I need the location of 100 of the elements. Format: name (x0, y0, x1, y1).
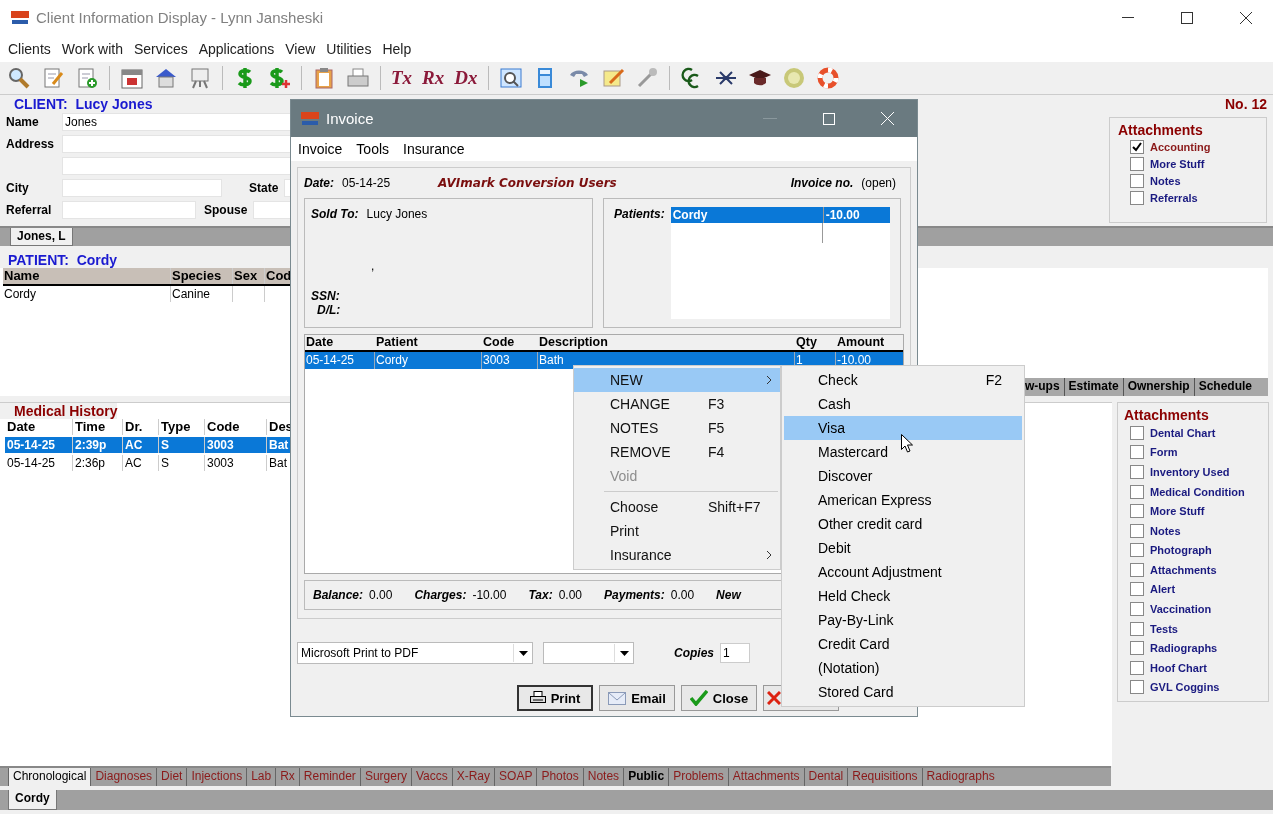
menu-item[interactable]: Held Check (784, 584, 1022, 608)
tab[interactable]: Diagnoses (90, 768, 157, 786)
menu-item[interactable]: Discover (784, 464, 1022, 488)
menu-item[interactable]: Help (382, 40, 412, 57)
field-label: New (716, 588, 741, 602)
amount-value: 0.00 (670, 588, 695, 602)
menu-item[interactable]: REMOVE F4 (574, 440, 780, 464)
tab[interactable]: SOAP (494, 768, 537, 786)
amount-value: 0.00 (558, 588, 583, 602)
column-header[interactable]: Species (171, 268, 233, 284)
client-name: Lucy Jones (366, 207, 428, 221)
menu-item[interactable]: Print (574, 519, 780, 543)
column-header[interactable]: Date (305, 335, 375, 350)
tab[interactable]: Requisitions (847, 768, 922, 786)
checkbox-label: Attachments (1150, 563, 1217, 576)
toolbar-button[interactable]: Rx (422, 67, 445, 89)
column-header[interactable]: Type (159, 419, 205, 435)
checkbox-label: GVL Coggins (1150, 681, 1220, 694)
menu-item[interactable]: Check F2 (784, 368, 1022, 392)
menu-item[interactable]: Services (134, 40, 188, 57)
menu-item[interactable]: Clients (8, 40, 51, 57)
tab[interactable]: Diet (156, 768, 187, 786)
list-cell[interactable]: -10.00 (823, 207, 860, 223)
menu-item[interactable]: View (285, 40, 316, 57)
column-header[interactable]: Code (205, 419, 267, 435)
table-cell-text: Bat (268, 437, 290, 453)
tab[interactable]: Lab (246, 768, 276, 786)
column-header[interactable]: Name (3, 268, 171, 284)
close-button[interactable]: Close (681, 685, 757, 711)
menu-item[interactable]: Tools (356, 141, 390, 157)
list-cell[interactable]: Cordy (670, 207, 824, 223)
table-cell: AC (123, 455, 159, 471)
field-label: Referral (6, 203, 53, 217)
table-cell: Cordy (3, 286, 171, 302)
table-cell: 2:39p (73, 437, 123, 453)
tab[interactable]: Problems (668, 768, 728, 786)
menu-item[interactable]: Credit Card (784, 632, 1022, 656)
menu-item[interactable]: Cash (784, 392, 1022, 416)
menu-item[interactable]: Debit (784, 536, 1022, 560)
menu-item[interactable]: (Notation) (784, 656, 1022, 680)
tab[interactable]: Attachments (727, 768, 804, 786)
printer-dropdown[interactable]: Microsoft Print to PDF (297, 642, 533, 664)
copies-field[interactable]: 1 (720, 643, 750, 663)
column-header[interactable]: Amount (836, 335, 898, 350)
table-cell: 3003 (205, 455, 267, 471)
menu-item[interactable]: Invoice (298, 141, 343, 157)
column-header[interactable]: Dr. (123, 419, 159, 435)
column-header[interactable]: Description (538, 335, 795, 350)
field-label: Address (6, 137, 56, 151)
toolbar-button[interactable]: Dx (454, 67, 478, 89)
menu-item[interactable]: Account Adjustment (784, 560, 1022, 584)
date-value: 05-14-25 (342, 176, 391, 190)
menu-item[interactable]: Insurance (574, 543, 780, 567)
tab[interactable]: Jones, L (10, 228, 73, 246)
tab[interactable]: Injections (186, 768, 247, 786)
checkbox-label: More Stuff (1150, 505, 1205, 518)
tab[interactable]: Dental (803, 768, 848, 786)
tab[interactable]: Chronological (8, 768, 91, 786)
practice-name: AVImark Conversion Users (438, 176, 617, 190)
menu-item[interactable]: Stored Card (784, 680, 1022, 704)
tab[interactable]: Reminder (298, 768, 360, 786)
checkbox-label: Hoof Chart (1150, 661, 1207, 674)
column-header[interactable]: Code (482, 335, 538, 350)
menu-item[interactable]: Mastercard (784, 440, 1022, 464)
tab[interactable]: Cordy (8, 790, 57, 810)
menu-item[interactable]: NEW (574, 368, 780, 392)
menu-item[interactable]: Other credit card (784, 512, 1022, 536)
tab[interactable]: Surgery (359, 768, 411, 786)
menu-item[interactable]: Pay-By-Link (784, 608, 1022, 632)
tab[interactable]: Photos (536, 768, 583, 786)
table-cell-text: Bat (268, 455, 288, 471)
menu-item[interactable]: NOTES F5 (574, 416, 780, 440)
column-header[interactable]: Time (73, 419, 123, 435)
tab[interactable]: Vaccs (410, 768, 452, 786)
menu-item[interactable]: Work with (61, 40, 123, 57)
field-label: State (249, 181, 279, 195)
tab[interactable]: X-Ray (451, 768, 495, 786)
menu-item[interactable]: Utilities (326, 40, 372, 57)
menu-item[interactable]: Insurance (403, 141, 465, 157)
column-header[interactable]: Qty (795, 335, 836, 350)
tab[interactable]: Rx (275, 768, 299, 786)
toolbar-button[interactable]: Tx (391, 67, 413, 89)
invoice-number: (open) (861, 176, 896, 190)
menu-item[interactable]: American Express (784, 488, 1022, 512)
panel-title: Attachments (1118, 122, 1204, 138)
print-button[interactable]: Print (517, 685, 593, 711)
menu-item[interactable]: Applications (198, 40, 275, 57)
column-header[interactable]: Date (5, 419, 73, 435)
tab[interactable]: Public (623, 768, 669, 786)
column-header[interactable]: Patient (375, 335, 482, 350)
menu-item[interactable]: Choose Shift+F7 (574, 495, 780, 519)
email-button[interactable]: Email (599, 685, 675, 711)
column-header[interactable]: Sex (233, 268, 265, 284)
checkbox-label: Notes (1150, 174, 1181, 187)
tab[interactable]: Notes (582, 768, 624, 786)
field-label: Spouse (204, 203, 248, 217)
field-label: Date: (304, 176, 334, 190)
menu-item[interactable]: Visa (784, 416, 1022, 440)
tab[interactable]: Radiographs (921, 768, 999, 786)
menu-item[interactable]: CHANGE F3 (574, 392, 780, 416)
